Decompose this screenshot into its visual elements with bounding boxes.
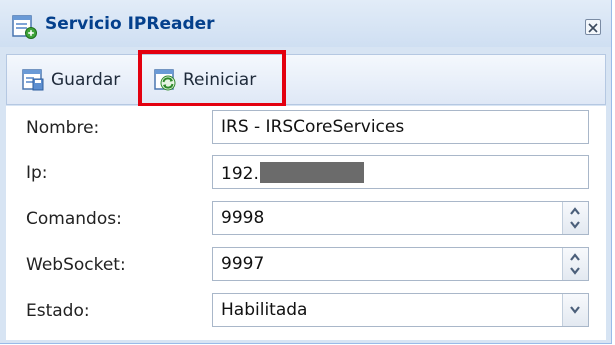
comandos-value: 9998 <box>221 208 265 228</box>
restart-highlight-box <box>138 50 286 107</box>
form-row-estado: Estado: Habilitada <box>6 289 606 333</box>
spinner-up-down-icon[interactable] <box>562 248 588 280</box>
estado-value: Habilitada <box>221 300 308 320</box>
nombre-label: Nombre: <box>26 118 100 138</box>
service-window: Servicio IPReader Guardar Reiniciar Nomb… <box>0 0 612 344</box>
title-bar[interactable]: Servicio IPReader <box>0 0 611 47</box>
save-button-label: Guardar <box>51 70 121 90</box>
ip-field[interactable]: 192. <box>212 155 589 189</box>
form-row-comandos: Comandos: 9998 <box>6 197 606 241</box>
form-row-ip: Ip: 192. <box>6 151 606 195</box>
close-icon[interactable] <box>585 19 601 35</box>
comandos-field[interactable]: 9998 <box>212 201 589 235</box>
comandos-label: Comandos: <box>26 209 122 229</box>
save-button[interactable]: Guardar <box>21 65 120 95</box>
service-form: Nombre: IRS - IRSCoreServices Ip: 192. C… <box>6 106 606 340</box>
estado-select[interactable]: Habilitada <box>212 293 589 327</box>
form-row-websocket: WebSocket: 9997 <box>6 243 606 287</box>
websocket-label: WebSocket: <box>26 255 126 275</box>
redacted-block <box>259 162 364 183</box>
toolbar: Guardar Reiniciar <box>6 54 606 105</box>
spinner-up-down-icon[interactable] <box>562 202 588 234</box>
form-row-nombre: Nombre: IRS - IRSCoreServices <box>6 106 606 150</box>
nombre-field[interactable]: IRS - IRSCoreServices <box>212 110 589 144</box>
estado-label: Estado: <box>26 301 90 321</box>
chevron-down-icon[interactable] <box>562 294 588 326</box>
nombre-value: IRS - IRSCoreServices <box>221 117 405 137</box>
websocket-value: 9997 <box>221 254 265 274</box>
form-window-icon <box>12 15 38 39</box>
save-icon <box>21 68 45 92</box>
websocket-field[interactable]: 9997 <box>212 247 589 281</box>
ip-label: Ip: <box>26 163 48 183</box>
ip-value: 192. <box>221 164 259 184</box>
window-title: Servicio IPReader <box>45 14 215 34</box>
